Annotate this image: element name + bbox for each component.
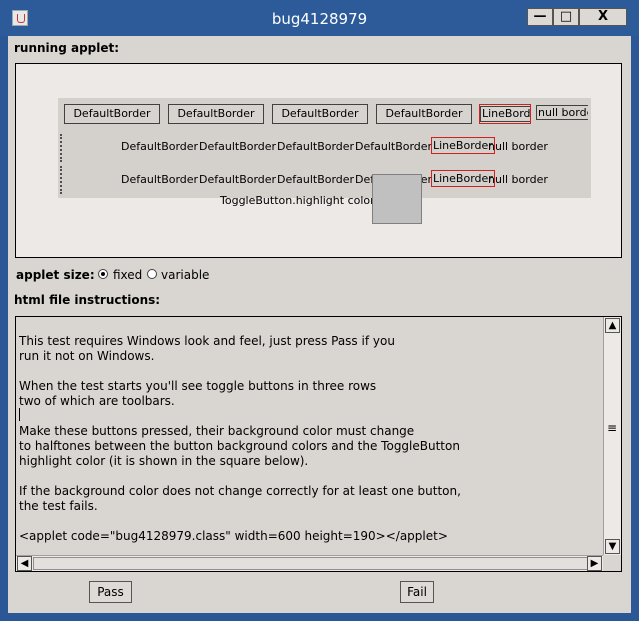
- title-bar[interactable]: bug4128979 — □ X: [0, 0, 639, 36]
- scroll-down-icon[interactable]: ▼: [605, 539, 620, 554]
- instruction-line: Make these buttons pressed, their backgr…: [19, 424, 415, 438]
- pass-button[interactable]: Pass: [89, 581, 132, 603]
- toolbar3-null-border[interactable]: null border: [488, 173, 548, 186]
- instruction-line: <applet code="bug4128979.class" width=60…: [19, 529, 448, 543]
- toolbar-grip-1[interactable]: [60, 134, 64, 162]
- scroll-right-icon[interactable]: ▶: [587, 556, 602, 571]
- toolbar3-default-3[interactable]: DefaultBorder: [277, 173, 354, 186]
- highlight-color-swatch: [372, 174, 422, 224]
- toggle-default-2[interactable]: DefaultBorder: [168, 104, 264, 124]
- toggle-null-border[interactable]: null border: [536, 104, 588, 124]
- instruction-line: If the background color does not change …: [19, 484, 461, 498]
- horizontal-scrollbar[interactable]: ◀ ▶: [16, 555, 603, 571]
- toolbar2-null-border[interactable]: null border: [488, 140, 548, 153]
- close-button[interactable]: X: [579, 8, 627, 26]
- toolbar3-lineborder[interactable]: LineBorder: [431, 170, 495, 187]
- scroll-thumb-grip-icon[interactable]: ≡: [607, 421, 617, 435]
- toolbar3-default-2[interactable]: DefaultBorder: [199, 173, 276, 186]
- highlight-color-label: ToggleButton.highlight color:: [220, 194, 379, 207]
- html-instructions-label: html file instructions:: [14, 293, 161, 307]
- toolbar-grip-2[interactable]: [60, 166, 64, 194]
- toolbar2-default-3[interactable]: DefaultBorder: [277, 140, 354, 153]
- horizontal-scroll-thumb[interactable]: [33, 557, 590, 570]
- variable-radio-label: variable: [161, 268, 210, 282]
- toggle-lineborder-label: LineBorder: [480, 106, 530, 122]
- instruction-line: the test fails.: [19, 499, 98, 513]
- instruction-line: to halftones between the button backgrou…: [19, 439, 460, 453]
- toolbar2-lineborder[interactable]: LineBorder: [431, 137, 495, 154]
- instruction-line: This test requires Windows look and feel…: [19, 334, 395, 348]
- instruction-line: highlight color (it is shown in the squa…: [19, 454, 309, 468]
- variable-radio[interactable]: [147, 269, 157, 279]
- toolbar-panel: DefaultBorder DefaultBorder DefaultBorde…: [58, 98, 591, 198]
- fixed-radio[interactable]: [98, 269, 108, 279]
- toggle-null-border-label: null border: [536, 105, 588, 120]
- instruction-line: run it not on Windows.: [19, 349, 155, 363]
- toolbar2-default-1[interactable]: DefaultBorder: [121, 140, 198, 153]
- scroll-up-icon[interactable]: ▲: [605, 318, 620, 333]
- minimize-button[interactable]: —: [527, 8, 553, 26]
- toolbar3-default-1[interactable]: DefaultBorder: [121, 173, 198, 186]
- app-window: bug4128979 — □ X running applet: Default…: [0, 0, 639, 621]
- applet-panel: DefaultBorder DefaultBorder DefaultBorde…: [15, 63, 622, 258]
- running-applet-label: running applet:: [14, 41, 120, 55]
- toolbar2-default-2[interactable]: DefaultBorder: [199, 140, 276, 153]
- vertical-scrollbar[interactable]: ▲ ≡ ▼: [603, 317, 621, 555]
- toggle-default-4[interactable]: DefaultBorder: [376, 104, 472, 124]
- instruction-line: When the test starts you'll see toggle b…: [19, 379, 377, 393]
- toggle-default-3[interactable]: DefaultBorder: [272, 104, 368, 124]
- fail-button[interactable]: Fail: [400, 581, 434, 603]
- scroll-left-icon[interactable]: ◀: [17, 556, 32, 571]
- toggle-default-1[interactable]: DefaultBorder: [64, 104, 160, 124]
- toolbar2-default-4[interactable]: DefaultBorder: [355, 140, 432, 153]
- applet-size-label: applet size:: [16, 268, 95, 282]
- toggle-lineborder[interactable]: LineBorder: [479, 104, 531, 124]
- maximize-button[interactable]: □: [553, 8, 579, 26]
- fixed-radio-label: fixed: [113, 268, 143, 282]
- instruction-line: two of which are toolbars.: [19, 394, 175, 408]
- instructions-textarea[interactable]: This test requires Windows look and feel…: [15, 316, 622, 572]
- client-area: running applet: DefaultBorder DefaultBor…: [8, 36, 631, 613]
- text-caret: [19, 408, 20, 421]
